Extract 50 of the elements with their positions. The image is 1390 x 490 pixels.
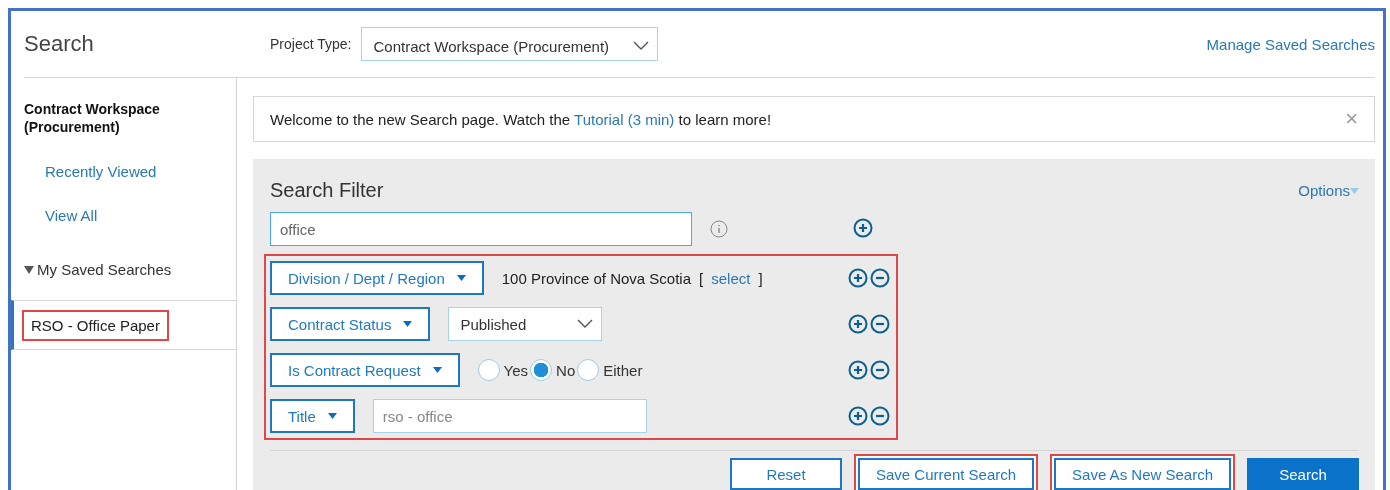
sidebar-link[interactable]: View All bbox=[45, 207, 236, 224]
add-icon[interactable] bbox=[848, 314, 868, 334]
add-icon[interactable] bbox=[848, 268, 868, 288]
chevron-down-icon bbox=[633, 41, 650, 51]
field-selector-button[interactable]: Division / Dept / Region bbox=[270, 261, 484, 295]
sidebar-heading: Contract Workspace (Procurement) bbox=[24, 100, 161, 136]
caret-icon bbox=[403, 321, 413, 327]
field-selector-button[interactable]: Title bbox=[270, 399, 355, 433]
project-type-dropdown[interactable]: Contract Workspace (Procurement) bbox=[361, 27, 659, 61]
info-icon[interactable] bbox=[710, 220, 728, 238]
section-toggle[interactable]: My Saved Searches bbox=[24, 261, 236, 278]
caret-icon bbox=[432, 367, 442, 373]
action-button[interactable]: Search bbox=[1247, 458, 1359, 490]
bracket: [ bbox=[699, 269, 704, 287]
caret-icon bbox=[327, 413, 337, 419]
field-label: Project Type: bbox=[270, 36, 352, 52]
panel-title: Search Filter bbox=[270, 179, 384, 202]
remove-icon[interactable] bbox=[870, 314, 890, 334]
page-title: Search bbox=[24, 31, 95, 57]
remove-icon[interactable] bbox=[870, 406, 890, 426]
title-field[interactable]: rso - office bbox=[372, 399, 647, 433]
sidebar-link[interactable]: Recently Viewed bbox=[45, 163, 236, 180]
caret-icon bbox=[456, 275, 466, 281]
caret-icon bbox=[1350, 187, 1359, 194]
status-dropdown[interactable]: Published bbox=[448, 307, 603, 341]
radio-option[interactable]: Either bbox=[577, 359, 643, 381]
keyword-field[interactable]: office bbox=[270, 212, 692, 246]
caret-icon bbox=[24, 265, 34, 274]
remove-icon[interactable] bbox=[870, 268, 890, 288]
options-link[interactable]: Options bbox=[1298, 182, 1359, 199]
select-link[interactable]: select bbox=[711, 269, 751, 287]
highlight-frame: RSO - Office Paper bbox=[22, 309, 169, 341]
action-button[interactable]: Save As New Search bbox=[1050, 454, 1235, 490]
field-value: 100 Province of Nova Scotia bbox=[501, 269, 692, 287]
notice-text: Welcome to the new Search page. Watch the Tutorial (3 min) to learn more! bbox=[270, 110, 772, 128]
remove-icon[interactable] bbox=[870, 360, 890, 380]
action-button[interactable]: Reset bbox=[730, 458, 842, 490]
add-icon[interactable] bbox=[848, 360, 868, 380]
add-icon[interactable] bbox=[853, 217, 873, 238]
field-selector-button[interactable]: Is Contract Request bbox=[270, 353, 460, 387]
tutorial-link[interactable]: Tutorial (3 min) bbox=[574, 110, 675, 128]
bracket: ] bbox=[758, 269, 763, 287]
close-icon[interactable]: × bbox=[1345, 106, 1358, 132]
chevron-down-icon bbox=[577, 319, 594, 329]
add-icon[interactable] bbox=[848, 406, 868, 426]
radio-option[interactable]: Yes bbox=[477, 359, 529, 381]
action-button[interactable]: Save Current Search bbox=[854, 454, 1039, 490]
saved-search-item[interactable]: RSO - Office Paper bbox=[11, 300, 236, 350]
field-selector-button[interactable]: Contract Status bbox=[270, 307, 431, 341]
manage-link[interactable]: Manage Saved Searches bbox=[1206, 35, 1375, 53]
